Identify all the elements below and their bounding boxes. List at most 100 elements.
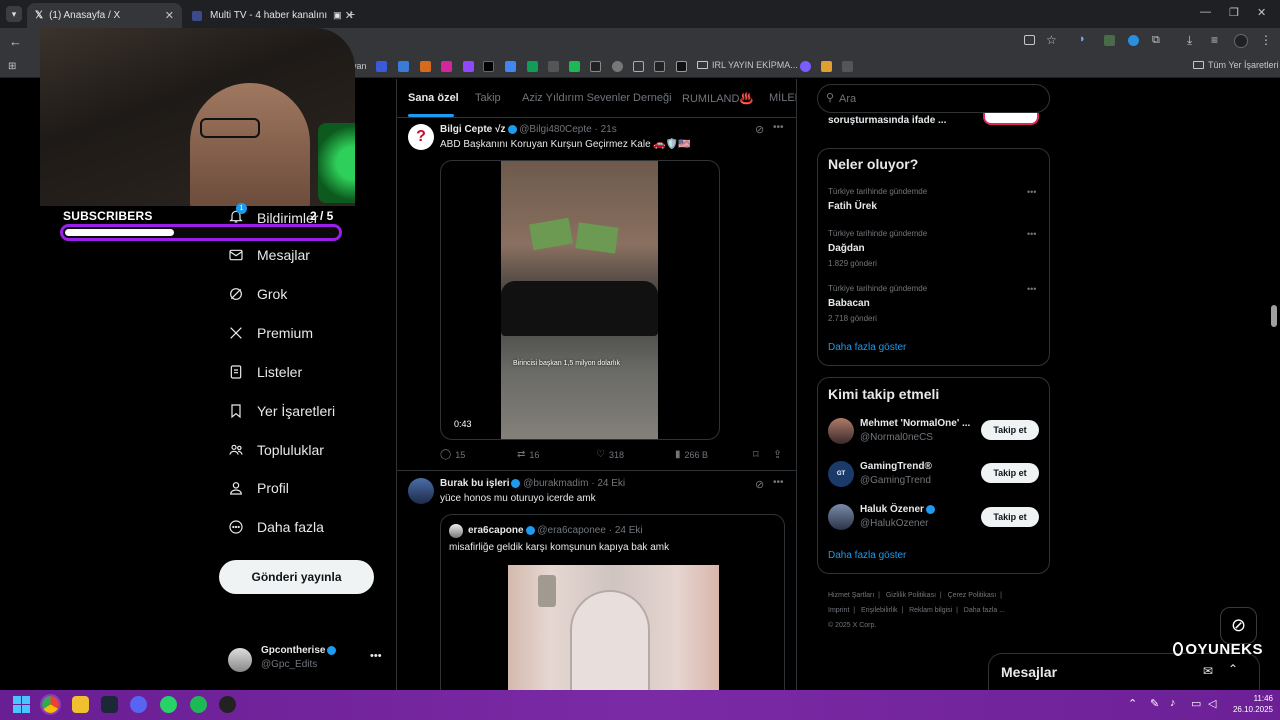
follow-button[interactable]: Takip et: [981, 463, 1039, 483]
follow-name[interactable]: GamingTrend®: [860, 461, 932, 472]
steam-icon[interactable]: [101, 696, 118, 713]
nav-premium[interactable]: Premium: [228, 325, 313, 341]
trend-item[interactable]: Türkiye tarihinde gündemde Babacan 2.718…: [828, 284, 1040, 326]
file-explorer-icon[interactable]: [72, 696, 89, 713]
tab-list-rumiland[interactable]: RUMILAND♨️: [682, 92, 753, 105]
bookmark-icon[interactable]: [376, 61, 387, 72]
nav-grok[interactable]: Grok: [228, 286, 287, 302]
spotify-icon[interactable]: [190, 696, 207, 713]
account-switcher[interactable]: Gpcontherise @Gpc_Edits •••: [228, 642, 392, 676]
chrome-icon[interactable]: [40, 694, 61, 715]
retweet-button[interactable]: ⇄ 16: [517, 449, 539, 460]
author-name[interactable]: Bilgi Cepte √ᴢ: [440, 124, 506, 135]
more-icon[interactable]: •••: [1027, 284, 1036, 294]
video-player[interactable]: Birincisi başkan 1,5 milyon dolarlık 0:4…: [440, 160, 720, 440]
bookmark-icon[interactable]: [590, 61, 601, 72]
close-window-button[interactable]: ✕: [1257, 6, 1266, 19]
apps-grid-icon[interactable]: ⊞: [8, 61, 16, 72]
follow-name[interactable]: Haluk Özener: [860, 504, 935, 515]
tab-for-you[interactable]: Sana özel: [408, 92, 459, 104]
footer-link[interactable]: Daha fazla ...: [964, 607, 1005, 614]
bookmark-star-icon[interactable]: ☆: [1046, 33, 1057, 47]
start-button[interactable]: [13, 696, 30, 713]
bookmark-icon[interactable]: [420, 61, 431, 72]
quote-image[interactable]: [508, 565, 719, 690]
tweet[interactable]: ? Bilgi Cepte √ᴢ @Bilgi480Cepte · 21s ⊘ …: [397, 118, 796, 471]
docs-icon[interactable]: [505, 61, 516, 72]
like-button[interactable]: ♡ 318: [596, 449, 624, 460]
tweet-time[interactable]: 21s: [601, 124, 617, 135]
extension-icon[interactable]: ◗: [1079, 33, 1086, 45]
tab-list-aziz[interactable]: Aziz Yıldırım Sevenler Derneği: [522, 92, 672, 104]
nav-profile[interactable]: Profil: [228, 480, 289, 496]
avatar[interactable]: [408, 478, 434, 504]
minimize-button[interactable]: —: [1200, 6, 1211, 18]
bookmark-icon[interactable]: ⌑: [753, 448, 759, 461]
more-icon[interactable]: •••: [773, 122, 784, 133]
trend-item[interactable]: Türkiye tarihinde gündemde Dağdan 1.829 …: [828, 229, 1040, 271]
bookmark-icon[interactable]: [800, 61, 811, 72]
clock[interactable]: 11:46 26.10.2025: [1225, 693, 1273, 715]
avatar[interactable]: [828, 504, 854, 530]
post-button[interactable]: Gönderi yayınla: [219, 560, 374, 594]
back-icon[interactable]: ←: [9, 34, 22, 49]
footer-link[interactable]: Erişilebilirlik: [861, 607, 898, 614]
follow-show-more[interactable]: Daha fazla göster: [828, 550, 906, 561]
scrollbar-thumb[interactable]: [1271, 305, 1277, 327]
new-tab-button[interactable]: +: [347, 6, 355, 22]
sheets-icon[interactable]: [527, 61, 538, 72]
whatsapp-icon[interactable]: [160, 696, 177, 713]
bookmark-icon[interactable]: [569, 61, 580, 72]
download-icon[interactable]: ⤓: [1187, 33, 1192, 48]
extensions-puzzle-icon[interactable]: ⧉: [1152, 34, 1160, 47]
tab-following[interactable]: Takip: [475, 92, 501, 104]
more-icon[interactable]: •••: [370, 650, 382, 662]
profile-avatar[interactable]: [1234, 34, 1248, 48]
menu-icon[interactable]: ⋮: [1260, 33, 1272, 47]
tab-list-milen[interactable]: MİLEN: [769, 92, 796, 104]
bookmark-icon[interactable]: [612, 61, 623, 72]
trends-show-more[interactable]: Daha fazla göster: [828, 342, 906, 353]
instagram-icon[interactable]: [441, 61, 452, 72]
avatar[interactable]: [828, 418, 854, 444]
twitch-icon[interactable]: [463, 61, 474, 72]
footer-link[interactable]: Hizmet Şartları: [828, 592, 874, 599]
avatar[interactable]: ?: [408, 124, 434, 150]
nav-messages[interactable]: Mesajlar: [228, 247, 310, 263]
expand-icon[interactable]: ⌃: [1228, 662, 1238, 676]
nav-communities[interactable]: Topluluklar: [228, 442, 324, 458]
follow-button[interactable]: Takip et: [981, 507, 1039, 527]
grok-icon[interactable]: ⊘: [755, 123, 764, 136]
bookmark-icon[interactable]: [821, 61, 832, 72]
close-tab-icon[interactable]: ✕: [165, 9, 174, 22]
new-message-icon[interactable]: ✉: [1203, 664, 1213, 678]
nav-notifications[interactable]: 1 Bildirimler: [228, 203, 318, 227]
extension-icon[interactable]: [1128, 35, 1139, 46]
more-icon[interactable]: •••: [1027, 229, 1036, 239]
bookmark-icon[interactable]: [676, 61, 687, 72]
reading-list-icon[interactable]: ≡: [1211, 33, 1218, 47]
nav-bookmarks[interactable]: Yer İşaretleri: [228, 403, 335, 419]
tab-x-home[interactable]: 𝕏 (1) Anasayfa / X ✕: [27, 3, 182, 28]
extension-icon[interactable]: [1104, 35, 1115, 46]
tab-multitv[interactable]: Multi TV - 4 haber kanalını ▣ ✕: [184, 3, 362, 28]
tweet-time[interactable]: 24 Eki: [597, 478, 625, 489]
bookmark-folder-irl[interactable]: IRL YAYIN EKİPMA...: [697, 60, 798, 70]
bookmark-icon[interactable]: [633, 61, 644, 72]
footer-link[interactable]: Gizlilik Politikası: [886, 592, 936, 599]
avatar[interactable]: GT: [828, 461, 854, 487]
more-icon[interactable]: •••: [1027, 187, 1036, 197]
volume-icon[interactable]: ◁: [1208, 697, 1216, 710]
all-bookmarks-button[interactable]: Tüm Yer İşaretleri: [1193, 60, 1279, 70]
reply-button[interactable]: ◯ 15: [440, 449, 465, 460]
quoted-tweet[interactable]: era6capone @era6caponee · 24 Eki misafir…: [440, 514, 785, 690]
follow-name[interactable]: Mehmet 'NormalOne' ...: [860, 418, 970, 429]
author-handle[interactable]: @burakmadim: [523, 478, 588, 489]
bookmark-icon[interactable]: [654, 61, 665, 72]
author-handle[interactable]: @Bilgi480Cepte: [519, 124, 591, 135]
live-snippet[interactable]: soruşturmasında ifade ...: [828, 115, 946, 126]
install-app-icon[interactable]: [1024, 35, 1035, 45]
trend-item[interactable]: Türkiye tarihinde gündemde Fatih Ürek ••…: [828, 187, 1040, 217]
follow-button[interactable]: Takip et: [981, 420, 1039, 440]
obs-icon[interactable]: [219, 696, 236, 713]
